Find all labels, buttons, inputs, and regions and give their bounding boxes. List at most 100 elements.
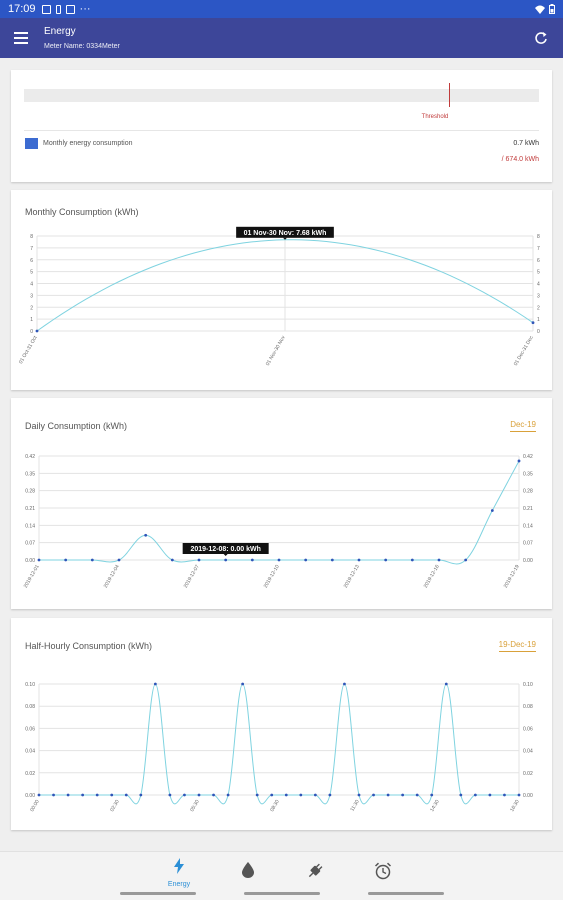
data-point bbox=[37, 793, 41, 797]
data-point bbox=[224, 558, 228, 562]
y-tick-label-right: 6 bbox=[537, 258, 540, 264]
threshold-label: Threshold bbox=[421, 114, 449, 120]
data-point bbox=[410, 558, 414, 562]
data-point bbox=[110, 793, 114, 797]
halfhourly-consumption-chart[interactable]: 0.00 0.00 0.02 0.02 0.04 0.04 0.06 0.06 0.08 0.08… bbox=[11, 618, 552, 830]
y-tick-label-right: 0.35 bbox=[523, 471, 533, 477]
threshold-card: Threshold Monthly energy consumption 0.7… bbox=[11, 70, 552, 182]
x-tick-label: 01 Dec-31 Dec bbox=[513, 335, 535, 367]
gesture-bar-left bbox=[120, 892, 196, 895]
divider bbox=[24, 130, 539, 131]
halfhourly-chart-card: Half-Hourly Consumption (kWh) 19-Dec-19 … bbox=[11, 618, 552, 830]
nav-water[interactable] bbox=[226, 862, 270, 883]
lightning-icon bbox=[174, 858, 184, 874]
data-point bbox=[90, 558, 94, 562]
gallery-icon bbox=[65, 4, 75, 14]
data-point bbox=[64, 558, 68, 562]
y-tick-label-right: 0.07 bbox=[523, 541, 533, 547]
x-tick-label: 2019-12-10 bbox=[263, 564, 281, 589]
y-tick-label-left: 0 bbox=[30, 329, 33, 335]
threshold-marker bbox=[449, 83, 450, 107]
data-point bbox=[313, 793, 317, 797]
more-notifications-icon: ··· bbox=[79, 3, 91, 15]
x-tick-label: 2019-12-13 bbox=[343, 564, 361, 589]
app-bar: Energy Meter Name: 0334Meter bbox=[0, 18, 563, 58]
data-point bbox=[37, 558, 41, 562]
data-point bbox=[255, 793, 259, 797]
y-tick-label-right: 3 bbox=[537, 293, 540, 299]
status-time: 17:09 bbox=[8, 3, 36, 15]
y-tick-label-right: 0.04 bbox=[523, 749, 533, 755]
gesture-bar-center bbox=[244, 892, 320, 895]
status-icons: ··· bbox=[41, 3, 91, 15]
data-point bbox=[531, 321, 535, 325]
data-point bbox=[459, 793, 463, 797]
status-bar: 17:09 ··· bbox=[0, 0, 563, 18]
data-point bbox=[488, 793, 492, 797]
consumption-value: 0.7 kWh bbox=[513, 140, 539, 147]
water-drop-icon bbox=[242, 862, 254, 878]
data-point bbox=[444, 682, 448, 686]
data-point bbox=[473, 793, 477, 797]
wifi-icon bbox=[535, 5, 545, 14]
data-point bbox=[66, 793, 70, 797]
y-tick-label-left: 5 bbox=[30, 270, 33, 276]
alarm-clock-icon bbox=[374, 862, 392, 880]
y-tick-label-right: 0.28 bbox=[523, 489, 533, 495]
data-point bbox=[430, 793, 434, 797]
series-line bbox=[39, 460, 520, 565]
data-point bbox=[464, 558, 468, 562]
data-point bbox=[139, 793, 143, 797]
x-tick-label: 2019-12-19 bbox=[503, 564, 521, 589]
y-tick-label-right: 2 bbox=[537, 305, 540, 311]
page-title: Energy bbox=[44, 26, 76, 37]
data-point bbox=[168, 793, 172, 797]
data-point bbox=[299, 793, 303, 797]
nav-plug[interactable] bbox=[293, 862, 337, 885]
data-point bbox=[415, 793, 419, 797]
daily-consumption-chart[interactable]: 0.00 0.00 0.07 0.07 0.14 0.14 0.21 0.21 0.28 0.28… bbox=[11, 398, 552, 609]
data-point bbox=[81, 793, 85, 797]
y-tick-label-left: 0.06 bbox=[25, 726, 35, 732]
y-tick-label-left: 0.10 bbox=[25, 682, 35, 688]
data-point bbox=[95, 793, 99, 797]
data-point bbox=[277, 558, 281, 562]
y-tick-label-left: 0.42 bbox=[25, 454, 35, 460]
y-tick-label-right: 1 bbox=[537, 317, 540, 323]
status-right bbox=[535, 4, 555, 14]
data-point bbox=[330, 558, 334, 562]
series-line bbox=[38, 683, 519, 805]
monthly-consumption-chart[interactable]: 0 0 1 1 2 2 3 3 4 4 5 5 6 6 7 7 8 8 01 Oct-31 Oct 01 Nov-30… bbox=[11, 190, 552, 390]
data-point bbox=[401, 793, 405, 797]
y-tick-label-right: 5 bbox=[537, 270, 540, 276]
x-tick-label: 2019-12-07 bbox=[183, 564, 201, 589]
x-tick-label: 05:30 bbox=[189, 799, 201, 813]
y-tick-label-right: 4 bbox=[537, 282, 540, 288]
data-point bbox=[250, 558, 254, 562]
data-point bbox=[517, 793, 521, 797]
x-tick-label: 2019-12-04 bbox=[103, 564, 121, 589]
menu-button[interactable] bbox=[14, 32, 28, 44]
consumption-limit: / 674.0 kWh bbox=[501, 156, 539, 163]
legend-swatch bbox=[25, 138, 38, 149]
y-tick-label-right: 0.06 bbox=[523, 726, 533, 732]
refresh-icon[interactable] bbox=[533, 30, 549, 46]
tooltip-text: 01 Nov-30 Nov: 7.68 kWh bbox=[244, 230, 327, 237]
tooltip-text: 2019-12-08: 0.00 kWh bbox=[190, 546, 260, 553]
y-tick-label-left: 0.35 bbox=[25, 471, 35, 477]
tooltip-arrow bbox=[223, 554, 228, 556]
data-point bbox=[144, 533, 148, 537]
data-point bbox=[490, 509, 494, 512]
data-point bbox=[284, 793, 288, 797]
y-tick-label-right: 7 bbox=[537, 246, 540, 252]
y-tick-label-right: 8 bbox=[537, 234, 540, 240]
y-tick-label-left: 0.28 bbox=[25, 489, 35, 495]
y-tick-label-left: 0.08 bbox=[25, 704, 35, 710]
nav-energy-label: Energy bbox=[167, 881, 191, 888]
y-tick-label-left: 4 bbox=[30, 282, 33, 288]
nav-alarm[interactable] bbox=[361, 862, 405, 885]
nav-energy[interactable]: Energy bbox=[157, 858, 201, 888]
y-tick-label-left: 3 bbox=[30, 293, 33, 299]
threshold-progress-bar bbox=[24, 89, 539, 102]
data-point bbox=[343, 682, 346, 686]
